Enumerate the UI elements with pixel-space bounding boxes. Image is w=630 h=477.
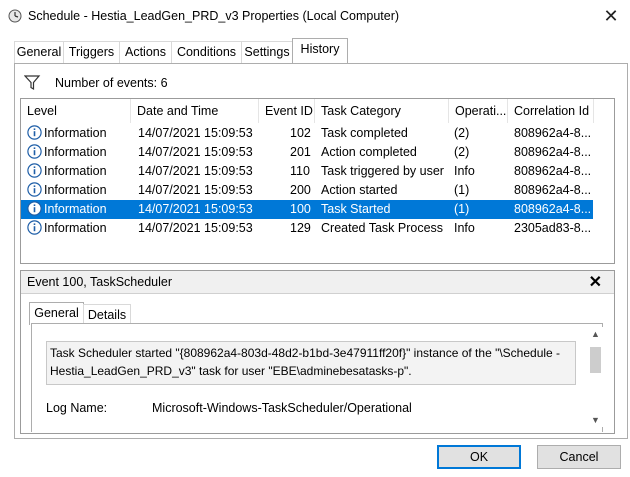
cell-task-category: Created Task Process xyxy=(321,221,444,235)
cell-level: Information xyxy=(44,126,107,140)
cell-date-time: 14/07/2021 15:09:53 xyxy=(138,221,253,235)
cell-event-id: 129 xyxy=(290,221,311,235)
table-row-selected[interactable]: Information 14/07/2021 15:09:53 100 Task… xyxy=(21,200,593,219)
cell-operational-code: (2) xyxy=(454,126,470,140)
tab-settings[interactable]: Settings xyxy=(241,41,293,63)
information-icon xyxy=(27,220,42,235)
cell-operational-code: (1) xyxy=(454,183,470,197)
cell-event-id: 102 xyxy=(290,126,311,140)
table-row[interactable]: Information 14/07/2021 15:09:53 102 Task… xyxy=(21,124,593,143)
column-header-date-time[interactable]: Date and Time xyxy=(131,99,259,123)
cell-date-time: 14/07/2021 15:09:53 xyxy=(138,202,253,216)
cancel-button[interactable]: Cancel xyxy=(537,445,621,469)
cell-level: Information xyxy=(44,221,107,235)
table-header: Level Date and Time Event ID Task Catego… xyxy=(21,99,614,123)
cell-correlation-id: 808962a4-8... xyxy=(514,126,592,140)
scroll-down-arrow-icon[interactable]: ▼ xyxy=(587,413,604,427)
cell-operational-code: Info xyxy=(454,164,475,178)
events-table[interactable]: Level Date and Time Event ID Task Catego… xyxy=(20,98,615,264)
tab-general[interactable]: General xyxy=(14,41,64,63)
event-detail-header: Event 100, TaskScheduler ✕ xyxy=(21,271,614,294)
cell-task-category: Action completed xyxy=(321,145,417,159)
column-header-operational-code[interactable]: Operati... xyxy=(449,99,508,123)
tab-triggers[interactable]: Triggers xyxy=(63,41,120,63)
window-title: Schedule - Hestia_LeadGen_PRD_v3 Propert… xyxy=(28,9,400,23)
cell-operational-code: (1) xyxy=(454,202,470,216)
cell-task-category: Task triggered by user xyxy=(321,164,444,178)
log-name-label: Log Name: xyxy=(46,401,108,415)
information-icon xyxy=(27,125,42,140)
cell-correlation-id: 808962a4-8... xyxy=(514,145,592,159)
cell-event-id: 110 xyxy=(290,164,310,178)
close-detail-icon[interactable]: ✕ xyxy=(589,272,602,292)
tab-history[interactable]: History xyxy=(292,38,348,63)
log-name-value: Microsoft-Windows-TaskScheduler/Operatio… xyxy=(152,401,412,415)
column-header-level[interactable]: Level xyxy=(21,99,131,123)
cell-correlation-id: 808962a4-8... xyxy=(514,202,592,216)
detail-tab-general[interactable]: General xyxy=(29,302,84,325)
detail-tab-details[interactable]: Details xyxy=(83,304,131,325)
table-row[interactable]: Information 14/07/2021 15:09:53 110 Task… xyxy=(21,162,593,181)
cell-date-time: 14/07/2021 15:09:53 xyxy=(138,145,253,159)
cell-task-category: Task Started xyxy=(321,202,391,216)
cell-task-category: Action started xyxy=(321,183,398,197)
cell-level: Information xyxy=(44,145,107,159)
column-header-event-id[interactable]: Event ID xyxy=(259,99,315,123)
cell-event-id: 201 xyxy=(290,145,311,159)
close-window-button[interactable]: ✕ xyxy=(598,4,624,28)
funnel-icon[interactable] xyxy=(24,75,42,91)
detail-scrollbar[interactable]: ▲ ▼ xyxy=(587,327,604,427)
cell-date-time: 14/07/2021 15:09:53 xyxy=(138,164,253,178)
cell-task-category: Task completed xyxy=(321,126,408,140)
column-header-correlation-id[interactable]: Correlation Id xyxy=(508,99,594,123)
cell-correlation-id: 808962a4-8... xyxy=(514,164,592,178)
tab-actions[interactable]: Actions xyxy=(119,41,172,63)
cell-level: Information xyxy=(44,183,107,197)
table-row[interactable]: Information 14/07/2021 15:09:53 201 Acti… xyxy=(21,143,593,162)
column-header-task-category[interactable]: Task Category xyxy=(315,99,449,123)
clock-icon xyxy=(8,9,22,23)
cell-correlation-id: 808962a4-8... xyxy=(514,183,592,197)
event-message-text[interactable]: Task Scheduler started "{808962a4-803d-4… xyxy=(46,341,576,385)
title-bar: Schedule - Hestia_LeadGen_PRD_v3 Propert… xyxy=(0,0,630,32)
information-icon xyxy=(27,163,42,178)
tab-conditions[interactable]: Conditions xyxy=(171,41,242,63)
ok-button[interactable]: OK xyxy=(437,445,521,469)
cell-event-id: 100 xyxy=(290,202,311,216)
cell-level: Information xyxy=(44,164,107,178)
cell-operational-code: Info xyxy=(454,221,475,235)
information-icon xyxy=(27,182,42,197)
event-detail-pane: Event 100, TaskScheduler ✕ General Detai… xyxy=(20,270,615,434)
cell-date-time: 14/07/2021 15:09:53 xyxy=(138,183,253,197)
cell-level: Information xyxy=(44,202,107,216)
table-row[interactable]: Information 14/07/2021 15:09:53 200 Acti… xyxy=(21,181,593,200)
cell-date-time: 14/07/2021 15:09:53 xyxy=(138,126,253,140)
table-row[interactable]: Information 14/07/2021 15:09:53 129 Crea… xyxy=(21,219,593,238)
information-icon xyxy=(27,144,42,159)
event-count: Number of events: 6 xyxy=(55,76,168,90)
cell-event-id: 200 xyxy=(290,183,311,197)
scroll-up-arrow-icon[interactable]: ▲ xyxy=(587,327,604,341)
cell-correlation-id: 2305ad83-8... xyxy=(514,221,592,235)
event-detail-title: Event 100, TaskScheduler xyxy=(27,275,173,289)
scroll-thumb[interactable] xyxy=(590,347,601,373)
information-icon xyxy=(27,201,42,216)
cell-operational-code: (2) xyxy=(454,145,470,159)
